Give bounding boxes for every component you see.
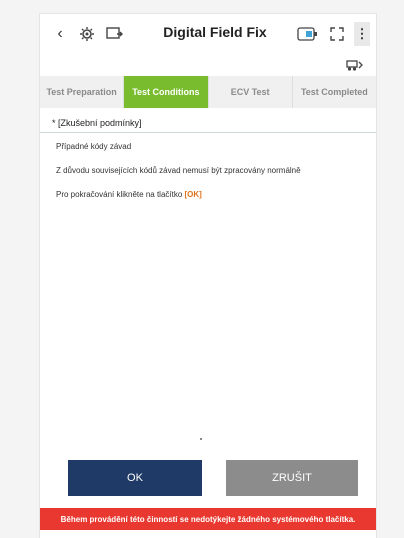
section-header: * [Zkušební podmínky] [40,118,376,133]
app-title: Digital Field Fix [163,24,267,40]
app-frame: ‹ Digital Field Fix ⋮ Test Preparation T… [40,14,376,538]
continue-instruction-text: Pro pokračování klikněte na tlačítko [56,190,185,199]
section-title: * [Zkušební podmínky] [40,118,376,133]
warning-bar: Během provádění této činností se nedotýk… [40,508,376,530]
tab-test-completed[interactable]: Test Completed [292,76,376,108]
top-bar: ‹ Digital Field Fix ⋮ [40,14,376,54]
vehicle-doc-icon[interactable] [104,24,126,44]
vehicle-sync-icon[interactable] [346,58,364,72]
cancel-button[interactable]: ZRUŠIT [226,460,358,496]
fault-codes-text: Případné kódy závad [56,142,132,151]
ok-button[interactable]: OK [68,460,202,496]
connection-status-icon[interactable] [296,24,320,44]
tab-ecv-test[interactable]: ECV Test [208,76,293,108]
ok-highlight: [OK] [184,190,202,199]
back-icon[interactable]: ‹ [52,24,68,44]
fullscreen-icon[interactable] [328,24,346,44]
step-tabs: Test Preparation Test Conditions ECV Tes… [40,76,376,108]
tab-test-conditions[interactable]: Test Conditions [124,76,209,108]
fault-codes-note: Z důvodu souvisejících kódů závad nemusí… [56,166,301,175]
divider-dot [200,438,202,440]
tab-test-preparation[interactable]: Test Preparation [40,76,125,108]
more-options-icon[interactable]: ⋮ [354,22,370,46]
settings-gear-icon[interactable] [76,24,98,44]
continue-instruction: Pro pokračování klikněte na tlačítko [OK… [40,190,202,199]
